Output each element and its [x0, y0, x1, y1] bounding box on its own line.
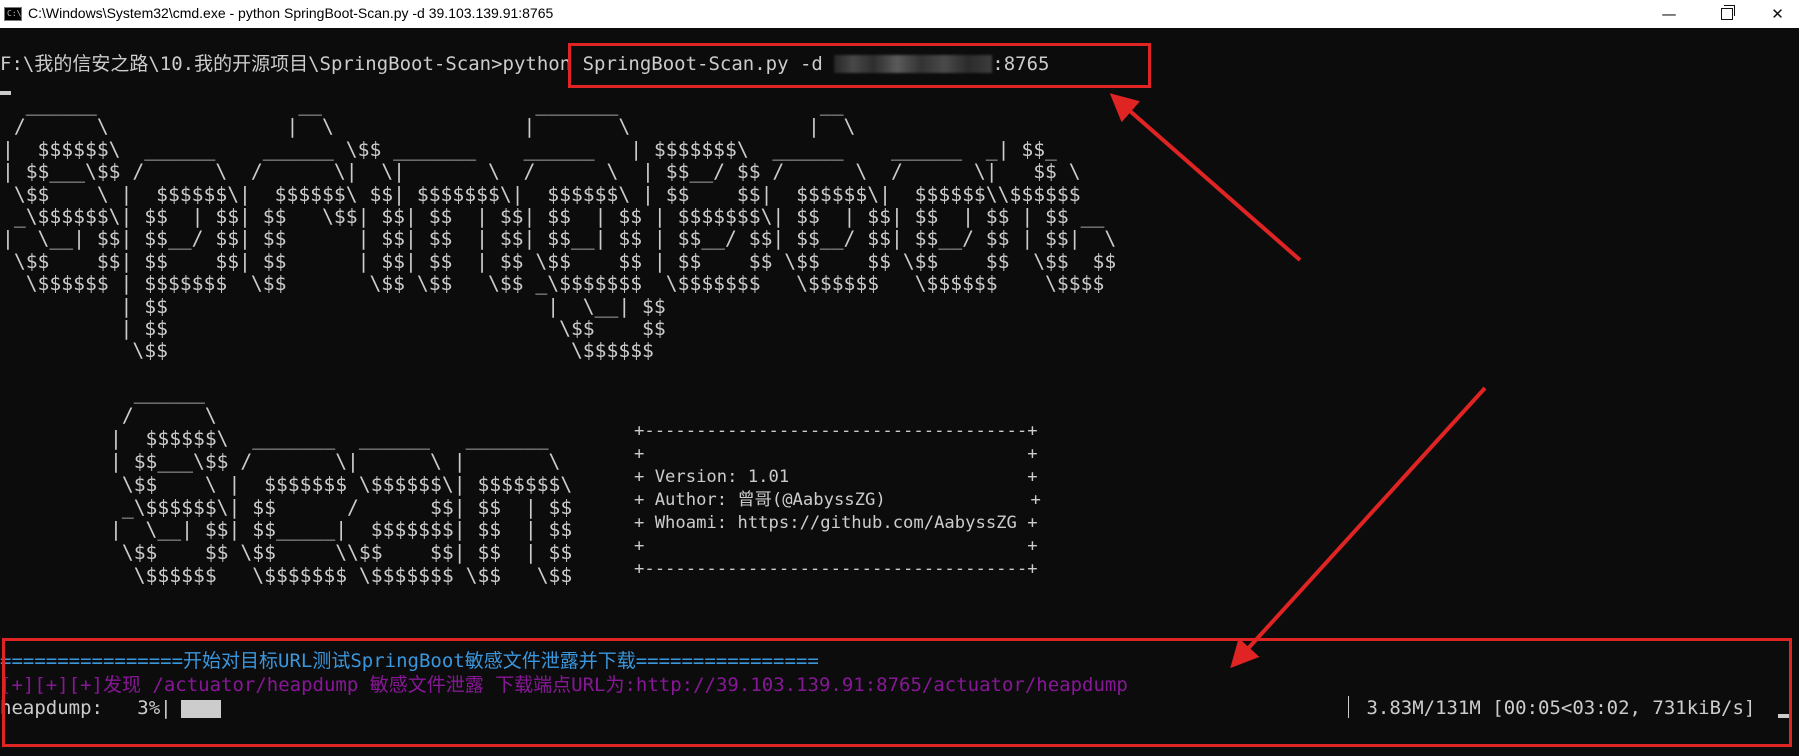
- arrow-to-command: [1109, 93, 1302, 262]
- arrow-to-output: [1230, 386, 1487, 669]
- annotation-arrows: [1109, 93, 1487, 669]
